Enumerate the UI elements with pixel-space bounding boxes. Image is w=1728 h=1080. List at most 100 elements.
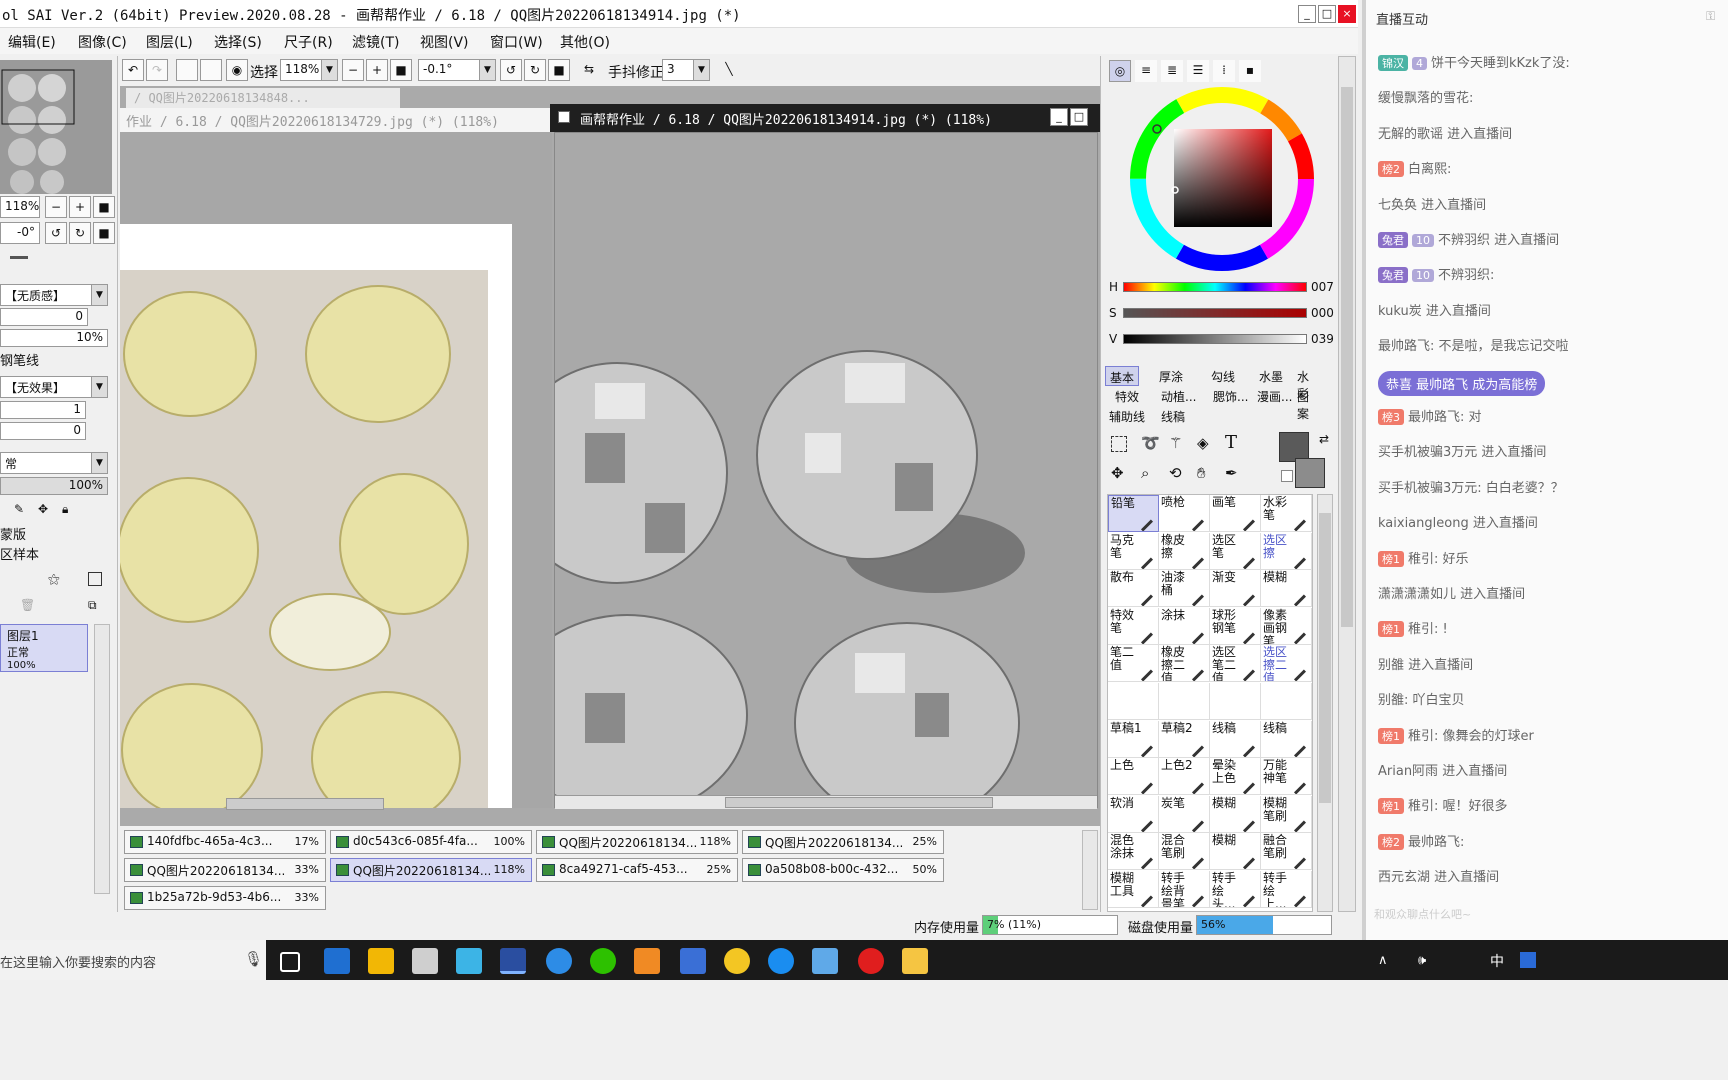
doc-tab-active[interactable]: QQ图片20220618134... 118% [330, 858, 532, 882]
brush-gradient[interactable]: 渐变 [1210, 570, 1261, 608]
texture-select[interactable]: 【无质感】 ▼ [0, 284, 108, 306]
brush-pixel-pen[interactable]: 像素画钢笔 [1261, 607, 1312, 645]
nav-zoom-out-icon[interactable]: − [45, 196, 67, 218]
trash-icon[interactable]: 🗑︎ [20, 598, 35, 612]
brush-mix-brush[interactable]: 混合笔刷 [1159, 833, 1210, 871]
color-wheel[interactable] [1127, 84, 1317, 274]
category-effects[interactable]: 特效 [1111, 386, 1143, 406]
nav-angle-field[interactable]: -0° [0, 222, 40, 244]
new-mask-icon[interactable] [88, 572, 102, 586]
brush-brush[interactable]: 画笔 [1210, 495, 1261, 532]
doc-tab[interactable]: d0c543c6-085f-4fa... 100% [330, 830, 532, 854]
brush-smudge[interactable]: 涂抹 [1159, 607, 1210, 645]
merge-layer-icon[interactable]: ⧉ [88, 598, 97, 613]
effect-strength-field[interactable]: 0 [0, 422, 86, 440]
browser-icon[interactable] [634, 948, 660, 974]
navigator-thumbnail[interactable] [0, 60, 112, 194]
task-view-icon[interactable] [280, 952, 300, 972]
taskbar-search[interactable]: 在这里输入你要搜索的内容 🎙︎ [0, 940, 266, 980]
brush-color2[interactable]: 上色2 [1159, 758, 1210, 796]
scroll-thumb[interactable] [1319, 513, 1331, 803]
magic-wand-icon[interactable]: ⚚ [1169, 434, 1182, 452]
flip-icon[interactable]: ⇆ [578, 59, 600, 81]
scratch-pad-icon[interactable]: ▪ [1239, 60, 1261, 82]
brush-blur[interactable]: 模糊 [1261, 570, 1312, 608]
undo-icon[interactable]: ↶ [122, 59, 144, 81]
brush-color[interactable]: 上色 [1108, 758, 1159, 796]
rotate-tool-icon[interactable]: ⟲ [1169, 464, 1182, 482]
brush-lineart[interactable]: 线稿 [1210, 720, 1261, 758]
brush-eraser[interactable]: 橡皮擦 [1159, 532, 1210, 570]
chat-input[interactable]: 和观众聊点什么吧~ [1374, 906, 1674, 924]
brush-blur2[interactable]: 模糊 [1210, 795, 1261, 833]
store-icon[interactable] [368, 948, 394, 974]
brush-ball-pen[interactable]: 球形钢笔 [1210, 607, 1261, 645]
brush-binary-pen[interactable]: 笔二值 [1108, 645, 1159, 683]
zoom-in-icon[interactable]: + [366, 59, 388, 81]
menu-ruler[interactable]: 尺子(R) [284, 32, 333, 52]
move-icon[interactable]: ✥ [1111, 464, 1124, 482]
color-wheel-icon[interactable]: ◎ [1109, 60, 1131, 82]
layer-item[interactable]: 图层1 正常 100% [0, 624, 88, 672]
brush-marker[interactable]: 马克笔 [1108, 532, 1159, 570]
brush-airbrush[interactable]: 喷枪 [1159, 495, 1210, 532]
mixer-icon[interactable]: ☰ [1187, 60, 1209, 82]
tabs-scrollbar[interactable] [1082, 830, 1098, 910]
category-manga[interactable]: 漫画... [1253, 386, 1296, 406]
category-sketch[interactable]: 线稿 [1157, 406, 1189, 426]
nav-rotate-reset-icon[interactable]: ■ [93, 222, 115, 244]
brush-lineart2[interactable]: 线稿 [1261, 720, 1312, 758]
lock-icon[interactable]: 🔒︎ [62, 502, 68, 517]
straight-line-icon[interactable]: ╲ [718, 59, 740, 81]
rect-select-icon[interactable] [1111, 436, 1127, 452]
doc-tab[interactable]: QQ图片20220618134... 118% [536, 830, 738, 854]
menu-view[interactable]: 视图(V) [420, 32, 469, 52]
app-icon[interactable] [456, 948, 482, 974]
stabilizer-select[interactable]: 3 ▼ [662, 59, 710, 81]
lock-icon[interactable]: ⚿ [1706, 9, 1715, 24]
brush-pencil[interactable]: 铅笔 [1108, 495, 1159, 532]
deselect-icon[interactable] [176, 59, 198, 81]
rotate-reset-icon[interactable]: ■ [548, 59, 570, 81]
brush-bg-brush[interactable]: 转手绘背景笔 [1159, 871, 1210, 908]
brush-blur3[interactable]: 模糊 [1210, 833, 1261, 871]
angle-select[interactable]: -0.1° ▼ [418, 59, 496, 81]
effect-select[interactable]: 【无效果】 ▼ [0, 376, 108, 398]
lasso-icon[interactable]: ➰ [1141, 434, 1160, 452]
category-basic[interactable]: 基本 [1105, 366, 1140, 386]
transparent-color-icon[interactable] [1281, 470, 1293, 482]
brush-fusion-brush[interactable]: 融合笔刷 [1261, 833, 1312, 871]
menu-filter[interactable]: 滤镜(T) [352, 32, 399, 52]
eye-icon[interactable]: ◉ [226, 59, 248, 81]
zoom-tool-icon[interactable]: ⌕ [1141, 464, 1149, 482]
microphone-icon[interactable]: 🎙︎ [244, 950, 263, 968]
doc-tab[interactable]: 8ca49271-caf5-453... 25% [536, 858, 738, 882]
menu-image[interactable]: 图像(C) [78, 32, 127, 52]
folder-icon[interactable] [902, 948, 928, 974]
category-thick[interactable]: 厚涂 [1155, 366, 1187, 386]
category-ink[interactable]: 水墨 [1255, 366, 1287, 386]
category-plants[interactable]: 动植... [1157, 386, 1200, 406]
blend-mode-select[interactable]: 常 ▼ [0, 452, 108, 474]
nav-zoom-field[interactable]: 118% [0, 196, 40, 218]
nav-rotate-left-icon[interactable]: ↺ [45, 222, 67, 244]
doc-tab[interactable]: QQ图片20220618134... 33% [124, 858, 326, 882]
scroll-thumb[interactable] [1341, 87, 1353, 627]
invert-icon[interactable] [200, 59, 222, 81]
pencil-lock-icon[interactable]: ✎ [14, 502, 24, 516]
scroll-thumb[interactable] [725, 797, 993, 808]
hue-slider[interactable] [1123, 282, 1307, 292]
brush-scrollbar[interactable] [1317, 494, 1333, 912]
doc-right-titlebar[interactable]: 画帮帮作业 / 6.18 / QQ图片20220618134914.jpg (*… [550, 104, 1100, 132]
sai-icon[interactable] [500, 948, 526, 974]
brush-select-eraser[interactable]: 选区擦 [1261, 532, 1312, 570]
doc-right-canvas[interactable] [506, 132, 1098, 824]
rgb-slider-icon[interactable]: ≡ [1135, 60, 1157, 82]
eyedropper-icon[interactable]: ✒ [1225, 464, 1238, 482]
menu-other[interactable]: 其他(O) [560, 32, 610, 52]
brush-soft-eraser[interactable]: 软消 [1108, 795, 1159, 833]
minimize-button[interactable]: _ [1298, 5, 1316, 23]
brush-binary-select-eraser[interactable]: 选区擦二值 [1261, 645, 1312, 683]
brush-mix-smudge[interactable]: 混色涂抹 [1108, 833, 1159, 871]
shape-icon[interactable]: ◈ [1197, 434, 1209, 452]
